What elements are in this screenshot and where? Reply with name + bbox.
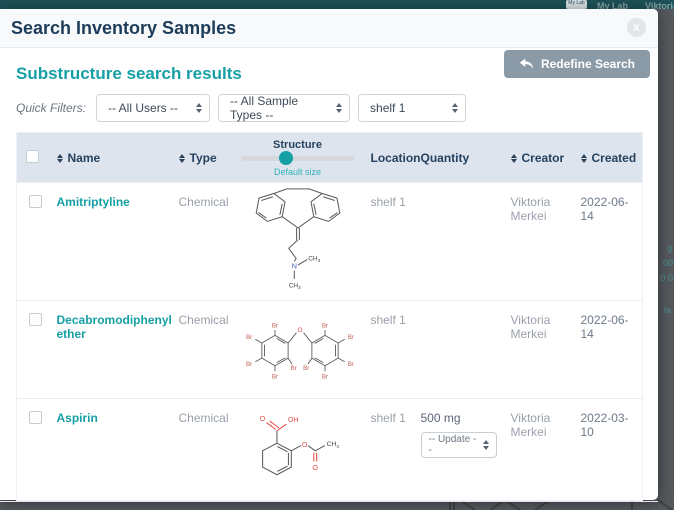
sort-created-icon[interactable] — [581, 154, 587, 163]
row-checkbox[interactable] — [29, 195, 42, 208]
filter-users-value: -- All Users -- — [108, 101, 178, 115]
column-structure: Structure — [231, 139, 365, 151]
sort-creator-icon[interactable] — [511, 154, 517, 163]
svg-text:Br: Br — [347, 334, 353, 341]
sort-name-icon[interactable] — [57, 154, 63, 163]
modal-title: Search Inventory Samples — [11, 18, 236, 38]
column-name[interactable]: Name — [68, 151, 101, 165]
sample-type: Chemical — [175, 183, 229, 301]
svg-text:OH: OH — [287, 416, 298, 424]
filter-location-select[interactable]: shelf 1 — [358, 94, 466, 122]
close-icon[interactable]: x — [627, 18, 646, 37]
sample-creator: Viktoria Merkei — [507, 301, 577, 399]
sample-type: Chemical — [175, 301, 229, 399]
select-arrows-icon — [196, 103, 202, 113]
svg-text:Br: Br — [347, 361, 353, 368]
row-checkbox[interactable] — [29, 411, 42, 424]
filter-users-select[interactable]: -- All Users -- — [96, 94, 210, 122]
quantity-update-select[interactable]: -- Update -- — [421, 432, 497, 458]
svg-text:Br: Br — [245, 361, 251, 368]
sample-location: shelf 1 — [367, 301, 417, 399]
svg-text:O: O — [301, 441, 307, 449]
sample-creator: Viktoria Merkei — [507, 399, 577, 501]
select-arrows-icon — [483, 440, 489, 450]
search-inventory-modal: Search Inventory Samples x Substructure … — [0, 9, 658, 500]
filter-sample-types-value: -- All Sample Types -- — [230, 94, 325, 122]
sample-type: Chemical — [175, 399, 229, 501]
sample-creator: Viktoria Merkei — [507, 183, 577, 301]
background-navbar: My Lab My Lab Viktoria Mer — [0, 0, 674, 9]
structure-aspirin: O OH O O CH3 — [239, 403, 357, 491]
default-size-caption: Default size — [231, 167, 365, 177]
background-mylab-badge: My Lab — [566, 0, 587, 9]
sample-name-link[interactable]: Aspirin — [57, 411, 98, 425]
column-created[interactable]: Created — [592, 151, 637, 165]
svg-text:Br: Br — [321, 373, 327, 380]
quick-filters: Quick Filters: -- All Users -- -- All Sa… — [16, 94, 642, 122]
structure-decabromodiphenyl-ether: O Br Br Br Br Br Br Br Br Br Br — [233, 305, 367, 389]
modal-body: Substructure search results Redefine Sea… — [0, 48, 658, 501]
svg-text:Br: Br — [271, 322, 277, 329]
select-arrows-icon — [452, 103, 458, 113]
sample-quantity: 500 mg — [421, 411, 461, 425]
sample-created: 2022-03-10 — [577, 399, 643, 501]
svg-text:CH3: CH3 — [288, 282, 300, 290]
background-fragment: 0 0 — [660, 273, 673, 283]
svg-text:O: O — [259, 415, 265, 423]
row-checkbox[interactable] — [29, 313, 42, 326]
column-quantity: Quantity — [421, 151, 470, 165]
svg-text:Br: Br — [290, 365, 296, 372]
column-type[interactable]: Type — [190, 151, 217, 165]
redefine-search-button[interactable]: Redefine Search — [504, 50, 650, 78]
sample-location: shelf 1 — [367, 399, 417, 501]
svg-text:CH3: CH3 — [308, 255, 320, 263]
select-arrows-icon — [336, 103, 342, 113]
sample-location: shelf 1 — [367, 183, 417, 301]
select-all-checkbox[interactable] — [26, 150, 39, 163]
table-row: Aspirin Chemical — [17, 399, 643, 501]
svg-text:CH3: CH3 — [326, 441, 339, 450]
structure-amitriptyline: N CH3 CH3 — [235, 187, 361, 291]
svg-text:Br: Br — [321, 322, 327, 329]
quick-filters-label: Quick Filters: — [16, 101, 86, 115]
filter-location-value: shelf 1 — [370, 101, 405, 115]
svg-text:Br: Br — [271, 373, 277, 380]
table-row: Decabromodiphenyl ether Chemical — [17, 301, 643, 399]
filter-sample-types-select[interactable]: -- All Sample Types -- — [218, 94, 350, 122]
sample-created: 2022-06-14 — [577, 183, 643, 301]
modal-footer: Add to experiment — [0, 501, 658, 510]
redefine-search-label: Redefine Search — [541, 57, 635, 71]
background-mylab-menu: My Lab — [597, 1, 628, 9]
table-header-row: Name Type Structure Default size Locatio… — [17, 133, 643, 183]
sample-created: 2022-06-14 — [577, 301, 643, 399]
reply-arrow-icon — [519, 58, 534, 70]
svg-text:Br: Br — [245, 334, 251, 341]
background-user-name: Viktoria Mer — [645, 1, 674, 9]
svg-text:O: O — [297, 327, 302, 334]
background-fragment: 00 — [663, 258, 673, 268]
sample-name-link[interactable]: Amitriptyline — [57, 195, 130, 209]
slider-thumb[interactable] — [279, 151, 293, 165]
modal-header: Search Inventory Samples x — [0, 9, 658, 48]
background-fragment: la — [664, 305, 671, 315]
sort-type-icon[interactable] — [179, 154, 185, 163]
sample-name-link[interactable]: Decabromodiphenyl ether — [57, 313, 172, 341]
column-location: Location — [371, 151, 421, 165]
svg-text:N: N — [291, 262, 296, 271]
svg-text:Br: Br — [303, 365, 309, 372]
structure-size-slider[interactable] — [241, 156, 355, 161]
table-row: Amitriptyline Chemical — [17, 183, 643, 301]
column-creator[interactable]: Creator — [522, 151, 565, 165]
results-table: Name Type Structure Default size Locatio… — [16, 132, 643, 501]
svg-text:O: O — [312, 464, 318, 472]
background-fragment: g — [667, 243, 672, 253]
quantity-update-value: -- Update -- — [429, 434, 478, 456]
